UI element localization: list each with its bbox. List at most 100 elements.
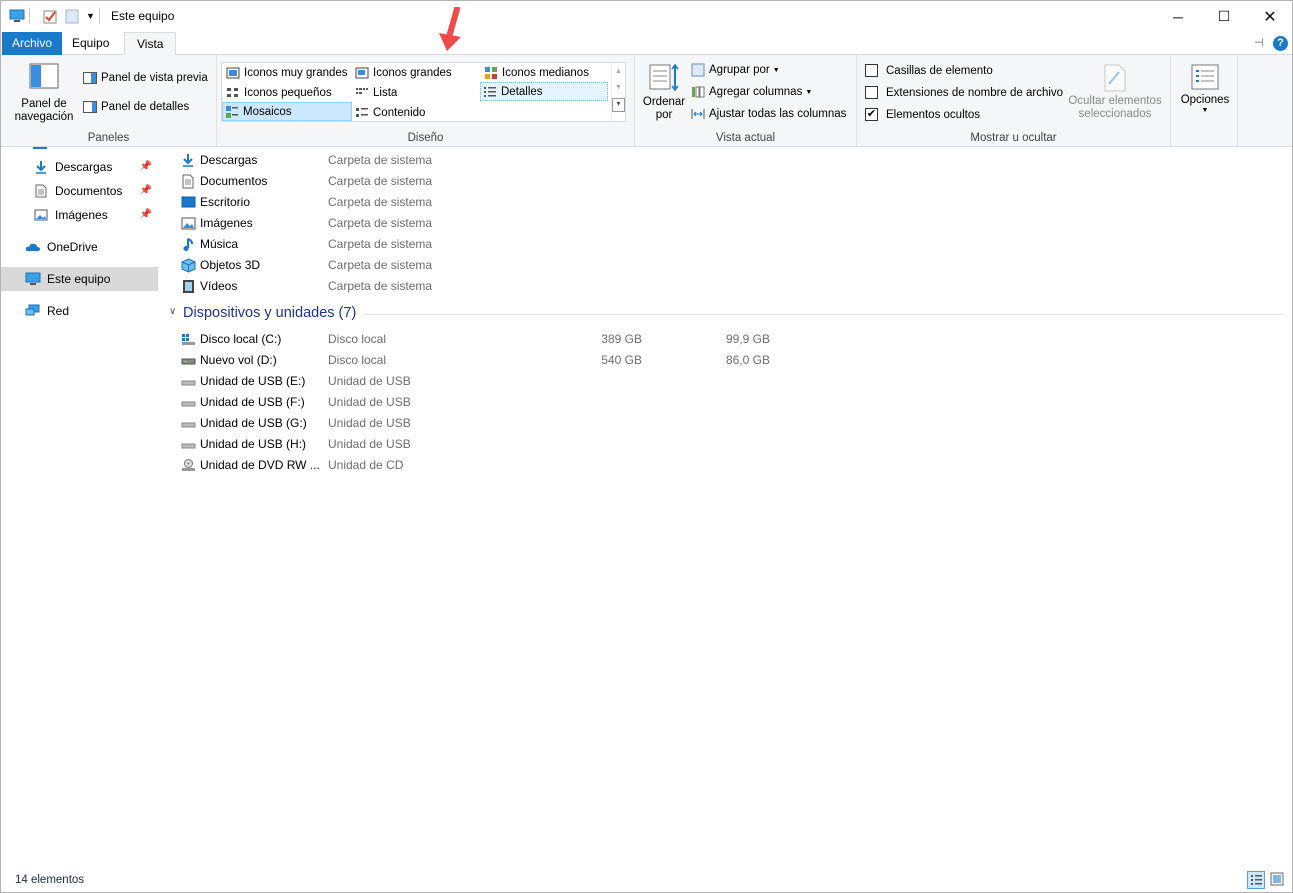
nav-item-red[interactable]: Red (1, 299, 158, 323)
folder-row[interactable]: Documentos Carpeta de sistema (179, 171, 799, 192)
item-name: Vídeos (200, 279, 238, 293)
maximize-button[interactable]: ☐ (1201, 1, 1247, 32)
options-button[interactable]: Opciones ▼ (1175, 63, 1235, 114)
devices-section-header[interactable]: ∨ Dispositivos y unidades (7) (167, 305, 1285, 325)
medium-icons-icon (485, 66, 497, 79)
layout-large-icons[interactable]: Iconos grandes (353, 63, 452, 82)
pin-icon[interactable]: 📌 (140, 185, 152, 196)
preview-pane-label: Panel de vista previa (101, 72, 208, 84)
add-columns-button[interactable]: Agregar columnas ▼ (691, 85, 812, 99)
group-by-button[interactable]: Agrupar por ▼ (691, 63, 780, 77)
pin-icon[interactable]: 📌 (140, 161, 152, 172)
folder-row[interactable]: Música Carpeta de sistema (179, 234, 799, 255)
gallery-scroll-up-icon[interactable]: ▲ (612, 68, 625, 75)
fit-columns-button[interactable]: Ajustar todas las columnas (691, 107, 846, 121)
navigation-pane-button[interactable]: Panel de navegación (9, 63, 79, 124)
layout-content[interactable]: Contenido (353, 103, 425, 122)
device-row[interactable]: Unidad de DVD RW ... Unidad de CD (179, 455, 799, 476)
navigation-pane: Descargas 📌 Documentos 📌 Imágenes 📌 OneD… (1, 147, 161, 868)
item-type: Disco local (328, 332, 387, 346)
device-row[interactable]: Unidad de USB (E:) Unidad de USB (179, 371, 799, 392)
device-row[interactable]: Unidad de USB (F:) Unidad de USB (179, 392, 799, 413)
hide-selected-icon (1104, 64, 1126, 92)
free-space: 86,0 GB (725, 353, 770, 367)
preview-pane-button[interactable]: Panel de vista previa (83, 71, 208, 85)
gallery-scroll-down-icon[interactable]: ▼ (612, 84, 625, 91)
annotation-arrow-icon (439, 7, 461, 51)
layout-label: Lista (373, 86, 398, 99)
folder-row[interactable]: Imágenes Carpeta de sistema (179, 213, 799, 234)
item-type: Carpeta de sistema (328, 195, 433, 209)
folder-row[interactable]: Escritorio Carpeta de sistema (179, 192, 799, 213)
layout-extra-large-icons[interactable]: Iconos muy grandes (224, 63, 348, 82)
nav-item-documentos[interactable]: Documentos 📌 (1, 179, 158, 203)
pin-icon[interactable]: 📌 (140, 209, 152, 220)
gallery-expand-icon[interactable]: ▾ (612, 98, 625, 112)
layout-small-icons[interactable]: Iconos pequeños (224, 83, 332, 102)
customize-toolbar-icon[interactable]: ▼ (86, 7, 95, 25)
navigation-pane-label: Panel de navegación (14, 98, 74, 123)
title-bar: ▼ Este equipo ─ ☐ ✕ (1, 1, 1292, 32)
device-row[interactable]: Unidad de USB (G:) Unidad de USB (179, 413, 799, 434)
large-icons-view-toggle[interactable] (1269, 871, 1287, 889)
layout-tiles[interactable]: Mosaicos (222, 102, 352, 121)
section-title: Dispositivos y unidades (7) (183, 305, 357, 321)
item-checkboxes-toggle[interactable]: Casillas de elemento (865, 64, 993, 77)
help-icon[interactable]: ? (1273, 36, 1288, 51)
usb-drive-icon (181, 443, 196, 449)
layout-label: Iconos pequeños (244, 86, 332, 99)
pin-ribbon-icon[interactable]: ⊣ (1254, 36, 1264, 49)
layout-gallery: Iconos muy grandes Iconos grandes Iconos… (221, 62, 626, 122)
nav-item-onedrive[interactable]: OneDrive (1, 235, 158, 259)
device-row[interactable]: Unidad de USB (H:) Unidad de USB (179, 434, 799, 455)
show-hide-group-label: Mostrar u ocultar (970, 132, 1057, 144)
layout-group: Iconos muy grandes Iconos grandes Iconos… (217, 55, 635, 147)
hidden-items-checkbox[interactable]: ✔ (865, 108, 878, 121)
collapse-chevron-icon[interactable]: ∨ (169, 306, 176, 317)
sort-by-button[interactable]: Ordenar por (641, 63, 687, 122)
device-row[interactable]: Nuevo vol (D:) Disco local 540 GB 86,0 G… (179, 350, 799, 371)
minimize-button[interactable]: ─ (1155, 1, 1201, 32)
panes-group-label: Paneles (87, 132, 130, 144)
tab-archivo[interactable]: Archivo (2, 32, 63, 55)
panes-group: Panel de navegación Panel de vista previ… (1, 55, 217, 147)
item-checkboxes-checkbox[interactable] (865, 64, 878, 77)
file-extensions-toggle[interactable]: Extensiones de nombre de archivo (865, 86, 1063, 99)
details-view-toggle[interactable] (1247, 871, 1265, 889)
details-view-icon (1251, 875, 1262, 885)
layout-medium-icons[interactable]: Iconos medianos (482, 63, 589, 82)
device-row[interactable]: Disco local (C:) Disco local 389 GB 99,9… (179, 329, 799, 350)
details-pane-button[interactable]: Panel de detalles (83, 100, 189, 114)
details-pane-label: Panel de detalles (101, 101, 190, 113)
hard-drive-icon (181, 358, 196, 365)
hide-selected-button[interactable]: Ocultar elementos seleccionados (1065, 64, 1165, 121)
download-icon (36, 161, 46, 174)
folder-row[interactable]: Descargas Carpeta de sistema (179, 150, 799, 171)
layout-label: Mosaicos (243, 105, 292, 118)
group-by-label: Agrupar por (709, 64, 770, 76)
sort-by-label: Ordenar por (642, 96, 686, 121)
tab-equipo[interactable]: Equipo (60, 32, 121, 55)
navigation-pane-icon (29, 63, 59, 89)
item-type: Unidad de USB (328, 395, 411, 409)
layout-details[interactable]: Detalles (480, 82, 608, 101)
nav-item-label: Documentos (55, 184, 123, 198)
nav-item-imagenes[interactable]: Imágenes 📌 (1, 203, 158, 227)
close-button[interactable]: ✕ (1247, 1, 1293, 32)
folder-row[interactable]: Objetos 3D Carpeta de sistema (179, 255, 799, 276)
nav-item-este-equipo[interactable]: Este equipo (1, 267, 158, 291)
item-name: Documentos (200, 174, 268, 188)
nav-item-descargas[interactable]: Descargas 📌 (1, 155, 158, 179)
sort-by-icon (649, 63, 679, 92)
options-icon (1191, 64, 1219, 90)
properties-icon[interactable] (43, 7, 57, 25)
folder-row[interactable]: Vídeos Carpeta de sistema (179, 276, 799, 297)
hidden-items-toggle[interactable]: ✔ Elementos ocultos (865, 108, 980, 121)
group-by-icon (691, 63, 705, 77)
new-folder-icon[interactable] (65, 7, 79, 25)
layout-list[interactable]: Lista (353, 83, 397, 102)
file-extensions-checkbox[interactable] (865, 86, 878, 99)
tab-vista[interactable]: Vista (124, 32, 177, 56)
gallery-scrollbar[interactable]: ▲ ▼ ▾ (611, 63, 625, 121)
item-type: Unidad de USB (328, 416, 411, 430)
